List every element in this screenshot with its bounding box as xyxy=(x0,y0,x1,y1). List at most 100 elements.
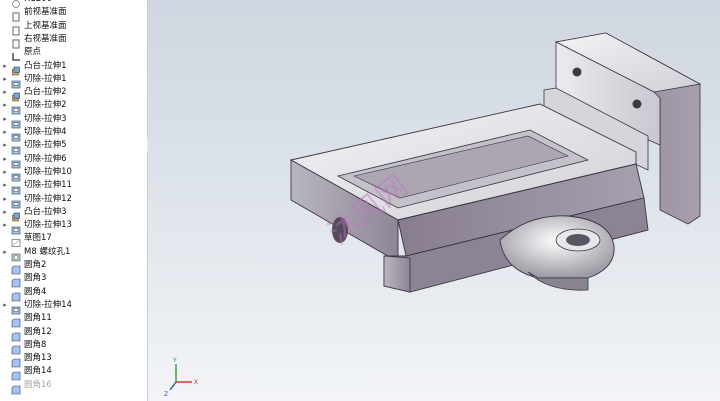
expand-arrow-icon[interactable]: ▸ xyxy=(2,128,8,137)
tree-item[interactable]: ▸ M8 螺纹孔1 xyxy=(0,246,147,261)
tree-item[interactable]: 圆角16 xyxy=(0,379,147,394)
tree-item-label: 切除-拉伸1 xyxy=(24,73,67,84)
tree-item-label: 圆角3 xyxy=(24,273,47,284)
cut-extrude-icon xyxy=(11,180,21,195)
tree-item-label: H1200 xyxy=(24,0,52,6)
expand-arrow-icon[interactable]: ▸ xyxy=(2,248,8,257)
cut-extrude-icon xyxy=(11,127,21,142)
tree-item[interactable]: ▸ 切除-拉伸13 xyxy=(0,219,147,235)
cut-extrude-icon xyxy=(11,140,21,155)
tree-item[interactable]: ▸ 切除-拉伸6 xyxy=(0,153,147,168)
expand-arrow-icon[interactable]: ▸ xyxy=(2,62,8,71)
tree-item[interactable]: ▸ 切除-拉伸2 xyxy=(0,99,147,115)
fillet-icon xyxy=(11,313,21,328)
tree-item-label: 切除-拉伸14 xyxy=(24,299,72,310)
tree-item-label: 切除-拉伸11 xyxy=(24,180,72,191)
tree-item-label: 切除-拉伸13 xyxy=(24,220,72,231)
part-model: 沐风网 Y X Z xyxy=(164,32,702,398)
tree-item[interactable]: ▸ 切除-拉伸1 xyxy=(0,73,147,89)
tree-item[interactable]: 原点 xyxy=(0,46,147,61)
tree-item[interactable]: ▸ 凸台-拉伸2 xyxy=(0,86,147,102)
tree-item[interactable]: ▸ 切除-拉伸4 xyxy=(0,126,147,142)
tree-item[interactable]: 圆角2 xyxy=(0,259,147,275)
plane-icon xyxy=(11,7,21,22)
tree-item[interactable]: ▸ 切除-拉伸5 xyxy=(0,139,147,155)
expand-arrow-icon[interactable]: ▸ xyxy=(2,181,8,190)
tree-item[interactable]: 草图17 xyxy=(0,232,147,248)
hole-icon xyxy=(11,247,21,261)
reference-triad: Y X Z xyxy=(164,357,198,398)
cut-extrude-icon xyxy=(11,74,21,89)
tree-item[interactable]: ▸ 切除-拉伸3 xyxy=(0,113,147,128)
tree-item[interactable]: 圆角8 xyxy=(0,339,147,355)
expand-arrow-icon[interactable]: ▸ xyxy=(2,115,8,124)
tree-item-label: 凸台-拉伸1 xyxy=(24,60,67,71)
tree-item[interactable]: ▸ 凸台-拉伸3 xyxy=(0,206,147,222)
expand-arrow-icon[interactable]: ▸ xyxy=(2,75,8,84)
cut-extrude-icon xyxy=(11,220,21,235)
tree-item-label: 原点 xyxy=(24,47,42,58)
tree-item-label: 切除-拉伸12 xyxy=(24,193,72,204)
tree-item[interactable]: 圆角12 xyxy=(0,326,147,341)
fillet-icon xyxy=(11,353,21,368)
expand-arrow-icon[interactable]: ▸ xyxy=(2,101,8,110)
expand-arrow-icon[interactable]: ▸ xyxy=(2,208,8,217)
tree-item[interactable]: 右视基准面 xyxy=(0,33,147,49)
history-icon xyxy=(11,0,21,8)
mounting-hole-2 xyxy=(632,99,642,109)
tree-item[interactable]: ▸ 切除-拉伸12 xyxy=(0,193,147,208)
expand-arrow-icon[interactable]: ▸ xyxy=(2,88,8,97)
expand-arrow-icon[interactable]: ▸ xyxy=(2,155,8,164)
tree-item-label: 草图17 xyxy=(24,233,52,244)
feature-manager-tree: H1200前视基准面上视基准面右视基准面原点 ▸ 凸台-拉伸1 ▸ 切除-拉伸1 ▸ 凸台-… xyxy=(0,0,148,401)
fillet-icon xyxy=(11,273,21,288)
tree-item-label: 切除-拉伸4 xyxy=(24,127,67,137)
tree-item-label: 圆角14 xyxy=(24,366,52,377)
expand-arrow-icon[interactable]: ▸ xyxy=(2,195,8,204)
boss-extrude-icon xyxy=(11,207,21,222)
expand-arrow-icon[interactable]: ▸ xyxy=(2,141,8,150)
tree-item-label: 凸台-拉伸3 xyxy=(24,206,67,217)
tree-item[interactable]: ▸ 切除-拉伸11 xyxy=(0,179,147,195)
expand-arrow-icon[interactable]: ▸ xyxy=(2,221,8,230)
tree-item[interactable]: 圆角13 xyxy=(0,352,147,368)
tree-item-label: 圆角11 xyxy=(24,313,52,324)
expand-arrow-icon[interactable]: ▸ xyxy=(2,301,8,310)
cut-extrude-icon xyxy=(11,114,21,128)
graphics-viewport[interactable]: 沐风网 Y X Z xyxy=(148,0,720,401)
boss-extrude-icon xyxy=(11,61,21,75)
tree-item[interactable]: 前视基准面 xyxy=(0,6,147,22)
fillet-icon xyxy=(11,260,21,275)
cut-extrude-icon xyxy=(11,100,21,115)
tree-item[interactable]: ▸ 凸台-拉伸1 xyxy=(0,60,147,75)
fillet-icon xyxy=(11,366,21,381)
boss-extrude-icon xyxy=(11,87,21,102)
cut-extrude-icon xyxy=(11,194,21,208)
triad-y-label: Y xyxy=(172,357,177,364)
tree-item[interactable]: 圆角3 xyxy=(0,272,147,288)
expand-arrow-icon[interactable]: ▸ xyxy=(2,168,8,177)
tree-item[interactable]: 上视基准面 xyxy=(0,20,147,36)
tree-item[interactable]: ▸ 切除-拉伸10 xyxy=(0,166,147,182)
mounting-hole-1 xyxy=(572,67,582,77)
tree-item-label: 切除-拉伸3 xyxy=(24,113,67,124)
plane-icon xyxy=(11,34,21,49)
tree-item[interactable]: 圆角4 xyxy=(0,286,147,301)
tree-item[interactable]: ▸ 切除-拉伸14 xyxy=(0,299,147,315)
tree-item[interactable]: 圆角14 xyxy=(0,365,147,381)
fillet-icon xyxy=(11,340,21,355)
tree-item[interactable]: 圆角11 xyxy=(0,312,147,328)
triad-x-label: X xyxy=(194,379,198,386)
tree-item[interactable]: H1200 xyxy=(0,0,147,8)
